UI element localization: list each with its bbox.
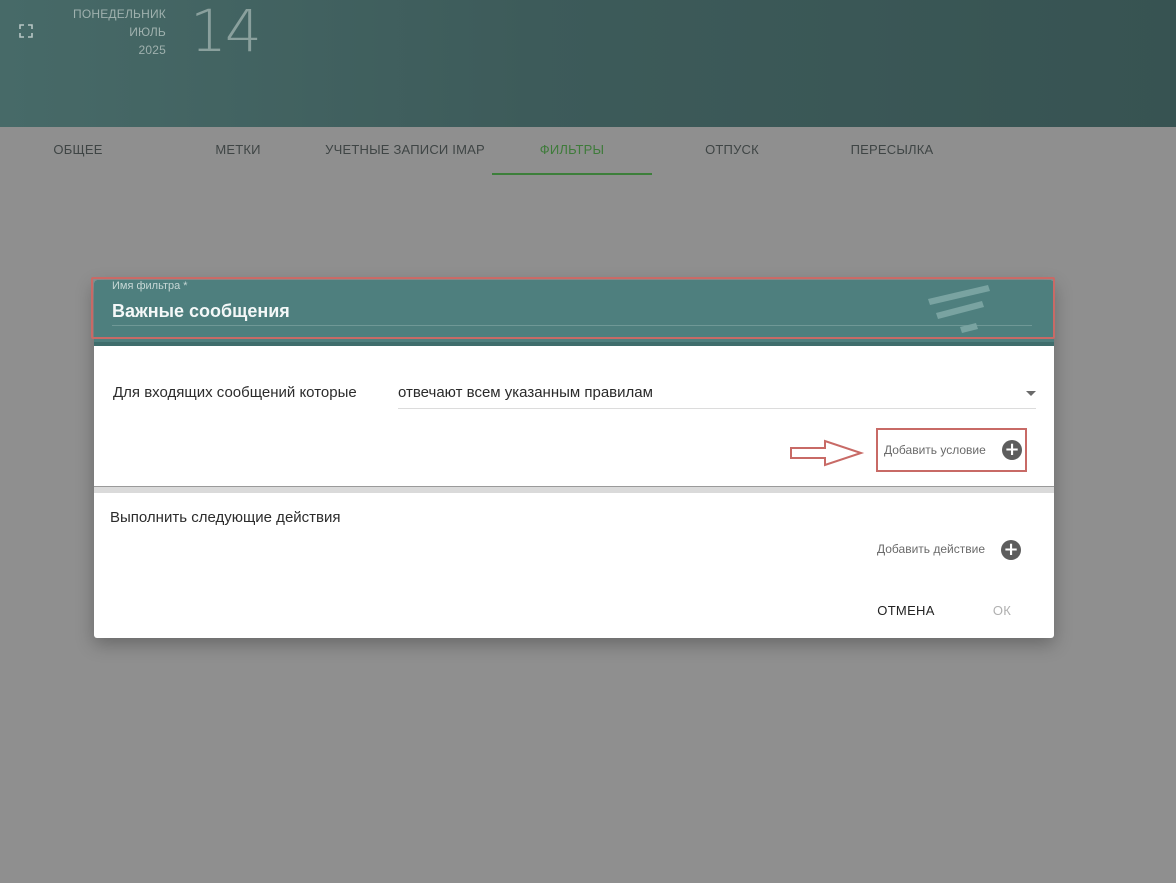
- filter-name-header: Имя фильтра *: [91, 277, 1055, 342]
- filter-name-input[interactable]: [112, 297, 1032, 326]
- tab-labels[interactable]: МЕТКИ: [188, 127, 288, 175]
- add-action-label: Добавить действие: [877, 542, 985, 556]
- app-header: ПОНЕДЕЛЬНИК ИЮЛЬ 2025 14: [0, 0, 1176, 127]
- month: ИЮЛЬ: [129, 25, 166, 39]
- arrow-right-icon: [790, 439, 865, 467]
- fullscreen-icon[interactable]: [19, 24, 33, 38]
- settings-tabs: ОБЩЕЕ МЕТКИ УЧЕТНЫЕ ЗАПИСИ IMAP ФИЛЬТРЫ …: [0, 127, 1176, 175]
- caret-down-icon: [1026, 391, 1036, 396]
- filter-logo-icon: [928, 285, 990, 333]
- ok-button[interactable]: ОК: [984, 597, 1020, 625]
- add-condition-label: Добавить условие: [884, 443, 986, 457]
- tab-imap-accounts[interactable]: УЧЕТНЫЕ ЗАПИСИ IMAP: [325, 127, 485, 175]
- tab-vacation[interactable]: ОТПУСК: [682, 127, 782, 175]
- filter-dialog: Имя фильтра * Для входящих сообщений кот…: [91, 277, 1055, 638]
- tab-forwarding[interactable]: ПЕРЕСЫЛКА: [832, 127, 952, 175]
- plus-circle-icon: +: [1001, 540, 1021, 560]
- actions-title: Выполнить следующие действия: [110, 509, 341, 526]
- condition-label: Для входящих сообщений которые: [113, 384, 357, 401]
- cancel-button[interactable]: ОТМЕНА: [868, 597, 944, 625]
- condition-match-value: отвечают всем указанным правилам: [398, 384, 653, 401]
- actions-section: Выполнить следующие действия Добавить де…: [94, 493, 1054, 638]
- add-condition-button[interactable]: Добавить условие +: [876, 428, 1027, 472]
- tab-general[interactable]: ОБЩЕЕ: [28, 127, 128, 175]
- section-divider: [94, 486, 1054, 493]
- weekday: ПОНЕДЕЛЬНИК: [73, 7, 166, 21]
- year: 2025: [138, 43, 166, 57]
- day-number: 14: [190, 0, 262, 65]
- filter-name-label: Имя фильтра *: [112, 280, 188, 292]
- condition-match-select[interactable]: отвечают всем указанным правилам: [398, 380, 1036, 409]
- conditions-section: Для входящих сообщений которые отвечают …: [94, 346, 1054, 486]
- plus-circle-icon: +: [1002, 440, 1022, 460]
- tab-filters[interactable]: ФИЛЬТРЫ: [492, 127, 652, 175]
- date-meta: ПОНЕДЕЛЬНИК ИЮЛЬ 2025: [40, 5, 166, 59]
- add-action-button[interactable]: Добавить действие +: [876, 539, 1026, 561]
